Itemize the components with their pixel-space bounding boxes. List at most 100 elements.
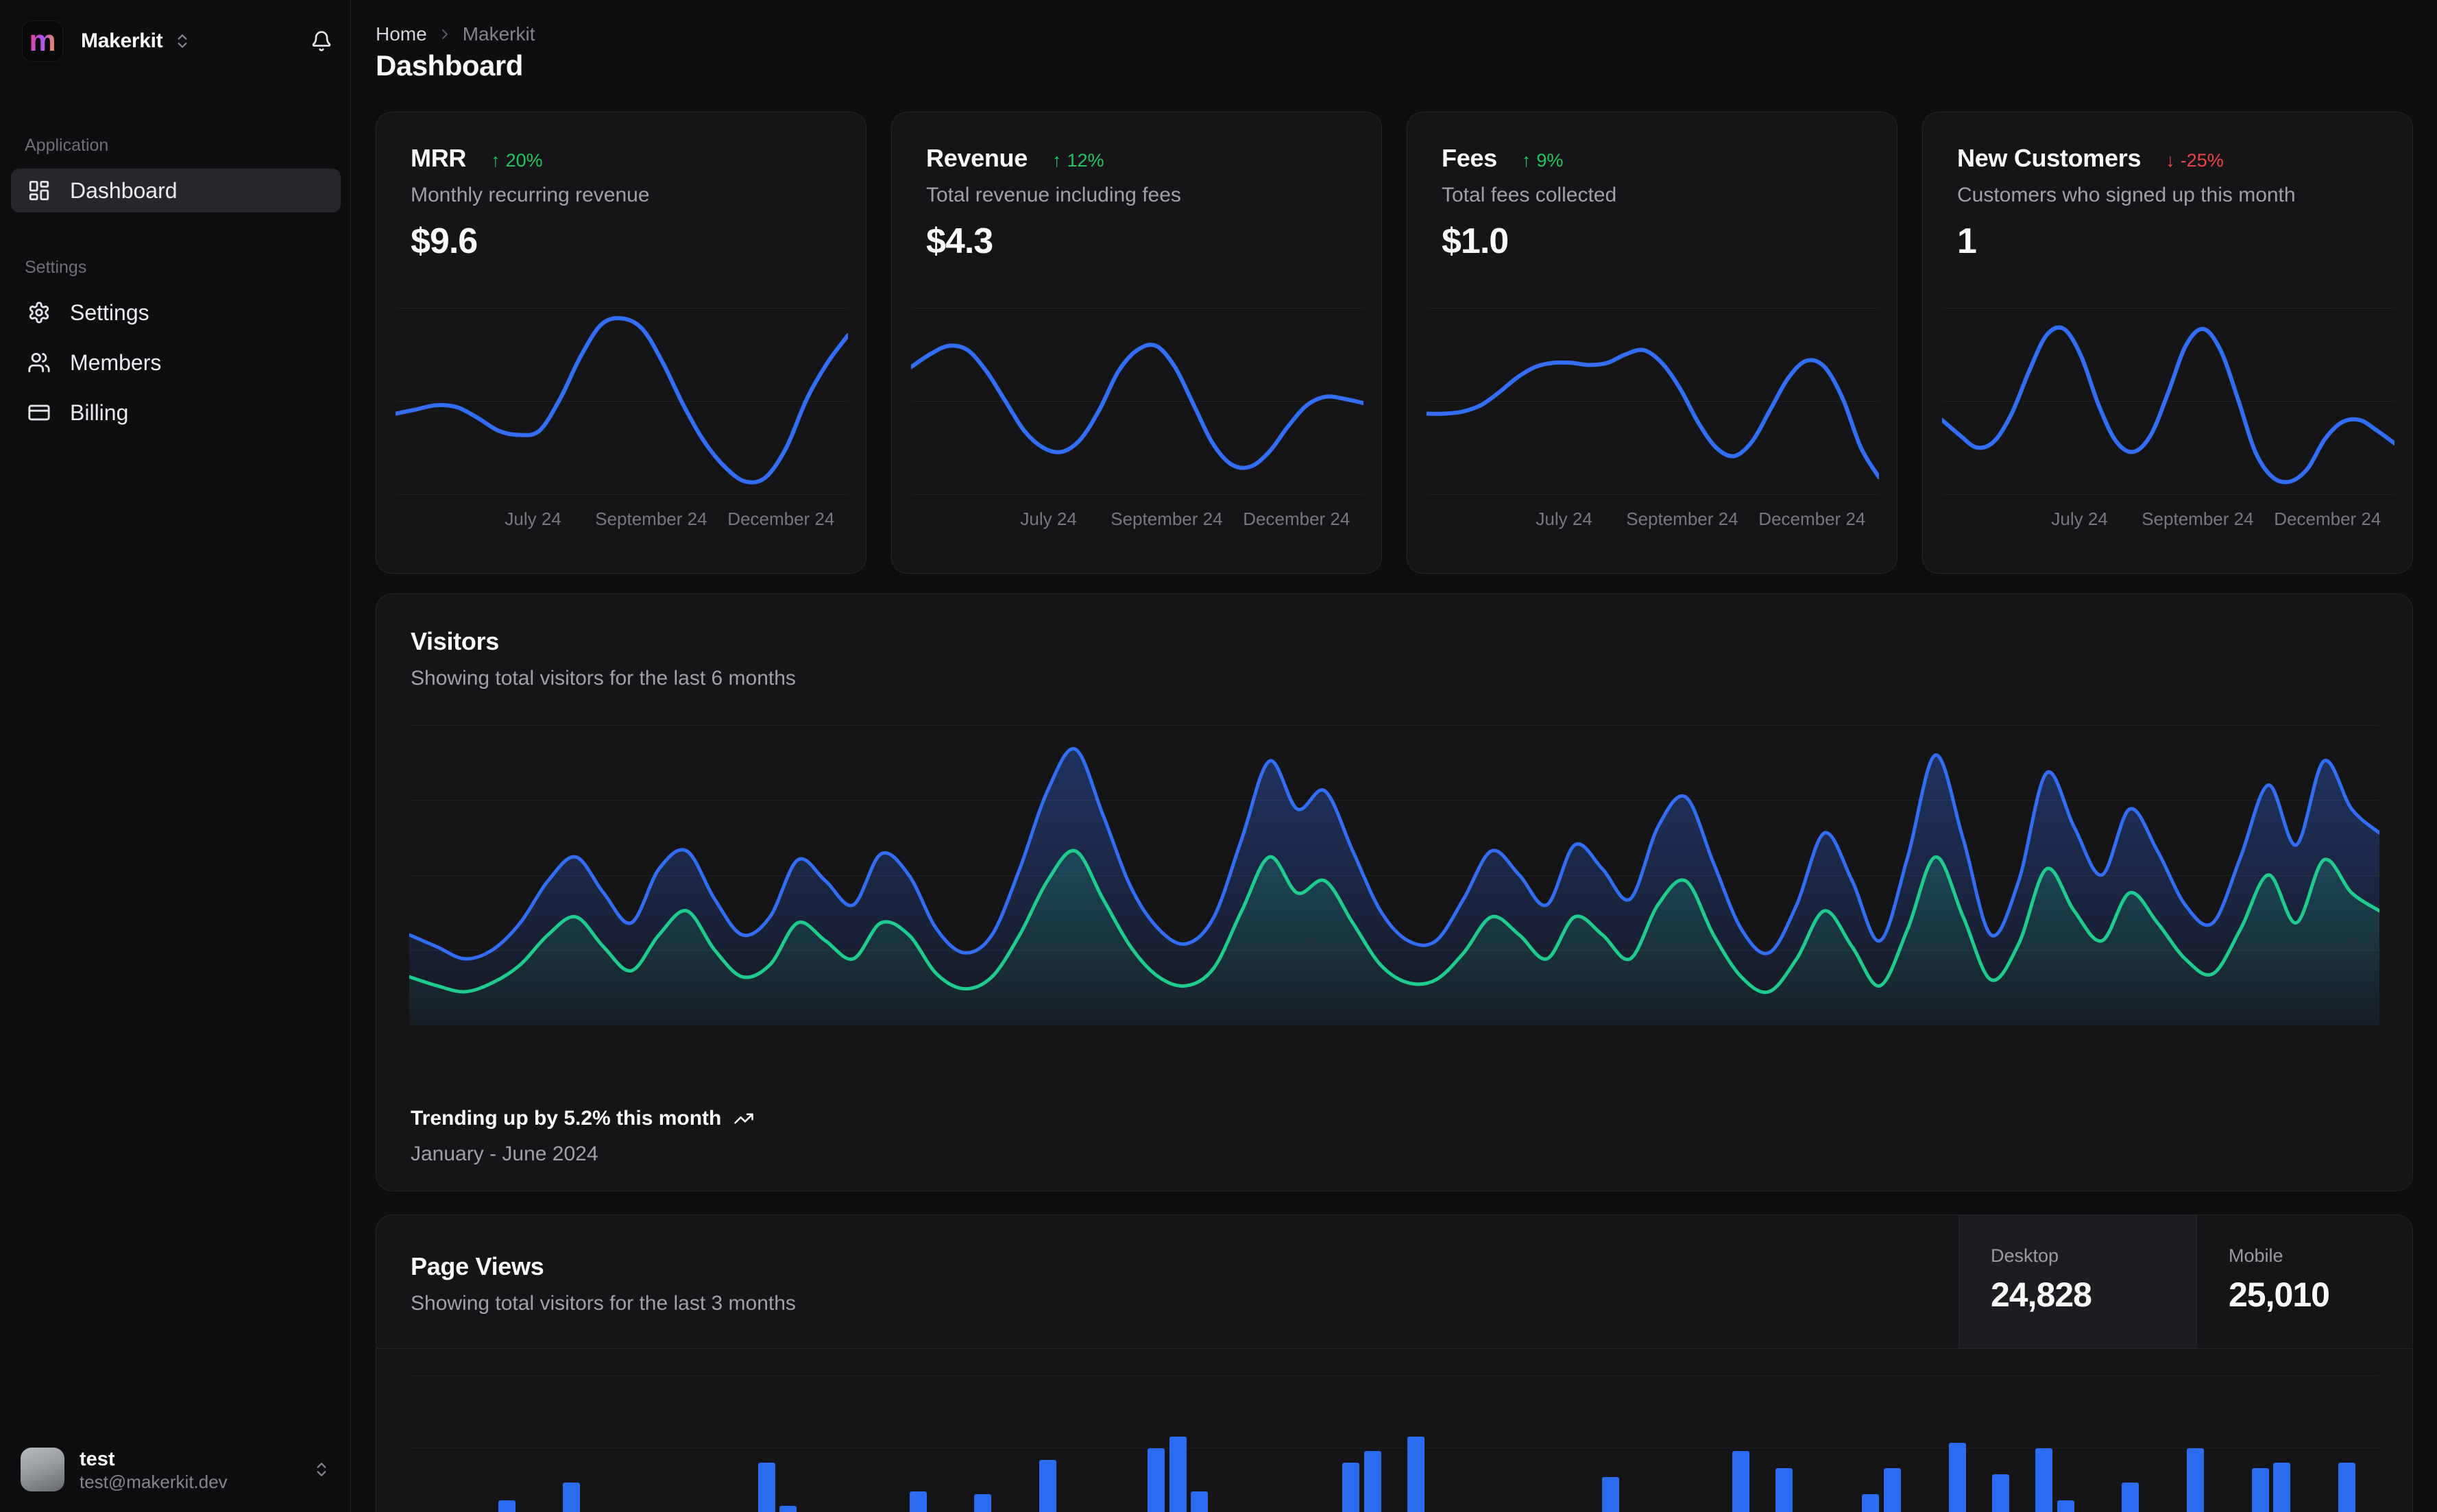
makerkit-logo: m [22,21,63,62]
sidebar: m Makerkit Application Dashboard Setting… [0,0,351,1512]
x-tick: September 24 [595,509,707,529]
stat-description: Customers who signed up this month [1957,184,2296,206]
stat-description: Total revenue including fees [926,184,1181,206]
bar [2273,1463,2291,1512]
breadcrumb-home-link[interactable]: Home [376,23,427,45]
trend-badge: ↑ 9% [1522,150,1564,171]
fees-sparkline-chart [1427,308,1879,495]
arrow-up-icon: ↑ [1052,150,1062,171]
page-views-card: Page Views Showing total visitors for th… [376,1215,2413,1512]
stat-description: Total fees collected [1442,184,1617,206]
sidebar-item-label: Dashboard [70,178,178,203]
new-customers-sparkline-chart [1942,308,2394,495]
arrow-down-icon: ↓ [2166,150,2175,171]
users-icon [27,351,51,374]
bar [2187,1448,2204,1512]
sidebar-item-billing[interactable]: Billing [11,391,341,435]
toggle-mobile[interactable]: Mobile 25,010 [2196,1215,2413,1348]
trend-value: 20% [505,150,543,171]
settings-icon [27,301,51,324]
revenue-sparkline-chart [911,308,1363,495]
x-axis-labels: July 24 September 24 December 24 [396,509,848,532]
page-views-subtitle: Showing total visitors for the last 3 mo… [411,1292,796,1315]
x-tick: September 24 [1111,509,1223,529]
bar [757,1463,775,1512]
stat-value: 1 [1957,221,1977,261]
bar [1363,1451,1381,1512]
bar [1991,1474,2009,1512]
bar [1602,1477,1620,1512]
visitors-area-chart [409,725,2379,1025]
sidebar-item-settings[interactable]: Settings [11,291,341,334]
bar [1407,1437,1425,1512]
trend-badge: ↑ 20% [491,150,543,171]
avatar [21,1448,64,1491]
toggle-desktop[interactable]: Desktop 24,828 [1959,1215,2196,1348]
visitors-date-range: January - June 2024 [411,1143,598,1165]
chevrons-up-down-icon [313,1461,330,1478]
bar [2057,1500,2074,1512]
x-tick: December 24 [2274,509,2381,529]
trend-badge: ↑ 12% [1052,150,1104,171]
x-axis-labels: July 24 September 24 December 24 [911,509,1363,532]
bar [498,1500,516,1512]
team-name: Makerkit [81,29,163,52]
logo-letter: m [29,24,56,58]
x-axis-labels: July 24 September 24 December 24 [1427,509,1879,532]
stat-card-new-customers: New Customers ↓ -25% Customers who signed… [1922,112,2413,574]
layout-dashboard-icon [27,179,51,202]
stat-description: Monthly recurring revenue [411,184,650,206]
trend-value: -25% [2180,150,2224,171]
stat-card-mrr: MRR ↑ 20% Monthly recurring revenue $9.6 … [376,112,866,574]
bar [1883,1468,1901,1512]
x-tick: December 24 [1243,509,1350,529]
stat-value: $9.6 [411,221,478,261]
user-email: test@makerkit.dev [80,1471,228,1492]
toggle-label: Mobile [2229,1245,2283,1266]
x-tick: December 24 [727,509,835,529]
x-tick: September 24 [1626,509,1738,529]
bar [1862,1494,1880,1512]
sidebar-item-dashboard[interactable]: Dashboard [11,169,341,212]
bar [2251,1468,2269,1512]
bar [909,1491,927,1512]
sidebar-group-settings: Settings [25,258,87,277]
stat-title: Fees [1442,144,1497,172]
x-tick: December 24 [1758,509,1866,529]
sidebar-item-members[interactable]: Members [11,341,341,385]
breadcrumb-current: Makerkit [462,23,535,45]
bar [779,1506,797,1512]
bar [2035,1448,2052,1512]
x-tick: July 24 [2051,509,2108,529]
breadcrumb: Home Makerkit [376,23,535,45]
toggle-label: Desktop [1991,1245,2059,1266]
notifications-button[interactable] [311,30,332,52]
header-divider [376,1348,2412,1349]
x-tick: July 24 [1020,509,1077,529]
user-meta: test test@makerkit.dev [80,1447,228,1493]
bar [1039,1459,1057,1512]
stat-card-revenue: Revenue ↑ 12% Total revenue including fee… [891,112,1382,574]
stat-card-fees: Fees ↑ 9% Total fees collected $1.0 July … [1407,112,1898,574]
trending-up-icon [733,1108,754,1129]
bar [1342,1463,1360,1512]
bell-icon [311,30,332,52]
x-tick: July 24 [1536,509,1592,529]
toggle-value: 24,828 [1991,1276,2092,1314]
bar [1948,1442,1966,1512]
trend-text: Trending up by 5.2% this month [411,1107,722,1130]
bar [2338,1463,2356,1512]
user-menu[interactable]: test test@makerkit.dev [11,1438,340,1501]
visitors-title: Visitors [411,627,499,655]
visitors-card: Visitors Showing total visitors for the … [376,594,2413,1191]
sidebar-item-label: Settings [70,300,149,325]
bar [1191,1491,1209,1512]
stat-title: Revenue [926,144,1028,172]
x-axis-labels: July 24 September 24 December 24 [1942,509,2394,532]
sidebar-item-label: Billing [70,400,129,425]
user-name: test [80,1448,115,1470]
team-switcher[interactable]: m Makerkit [22,21,191,62]
bar [974,1494,992,1512]
bar [563,1483,581,1512]
bar [2122,1483,2139,1512]
